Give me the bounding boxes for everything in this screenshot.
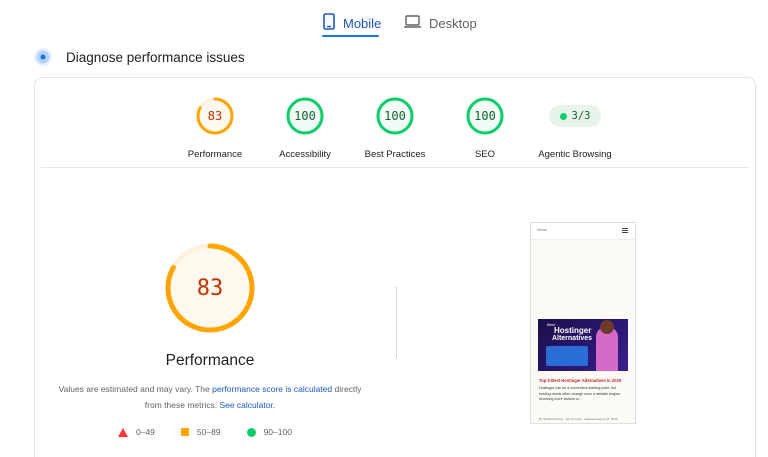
agentic-badge: 3/3 bbox=[549, 105, 601, 127]
gauge-label: Agentic Browsing bbox=[538, 149, 612, 160]
square-icon bbox=[180, 428, 189, 436]
performance-title: Performance bbox=[165, 352, 255, 369]
gauge-performance[interactable]: 83 Performance bbox=[165, 96, 265, 160]
score-note: Values are estimated and may vary. The p… bbox=[55, 381, 365, 413]
legend-fail-range: 0–49 bbox=[136, 427, 155, 437]
legend-pass-range: 90–100 bbox=[263, 427, 292, 437]
banner-line-2: Hostinger bbox=[554, 326, 592, 335]
diagnose-header: Diagnose performance issues bbox=[34, 46, 245, 68]
pass-dot-icon bbox=[559, 112, 567, 120]
calculator-link[interactable]: See calculator. bbox=[219, 400, 275, 410]
hamburger-menu-icon bbox=[622, 228, 628, 233]
preview-article-meta: By Shahid Farooq · 18 min read · updated… bbox=[539, 417, 618, 421]
active-tab-indicator bbox=[322, 35, 379, 37]
preview-header: Merab bbox=[531, 223, 635, 240]
banner-laptop-graphic bbox=[546, 346, 588, 366]
preview-banner-image: Best Hostinger Alternatives bbox=[538, 319, 628, 371]
performance-gauge: 83 bbox=[164, 242, 256, 334]
device-tabs: Mobile Desktop bbox=[0, 0, 768, 40]
legend-average-range: 50–89 bbox=[196, 427, 221, 437]
preview-article-text: Hostinger can be a convenient starting p… bbox=[539, 386, 620, 401]
laptop-icon bbox=[404, 15, 421, 31]
performance-score-link[interactable]: performance score is calculated bbox=[212, 384, 332, 394]
gauge-label: Performance bbox=[187, 149, 243, 160]
triangle-icon bbox=[118, 427, 128, 437]
gauge-accessibility[interactable]: 100 Accessibility bbox=[255, 96, 355, 160]
diagnose-title: Diagnose performance issues bbox=[66, 49, 245, 65]
legend-average: 50–89 bbox=[180, 427, 221, 437]
gauge-label: Accessibility bbox=[279, 149, 331, 160]
gauge-score: 100 bbox=[474, 109, 496, 123]
preview-article-title: Top 5 Best Hostinger Alternatives in 202… bbox=[539, 378, 622, 383]
banner-line-3: Alternatives bbox=[551, 335, 593, 342]
tab-desktop[interactable]: Desktop bbox=[404, 8, 477, 38]
section-divider bbox=[41, 167, 749, 168]
gauge-label: SEO bbox=[474, 149, 496, 160]
tab-mobile-label: Mobile bbox=[343, 15, 382, 31]
gauge-seo[interactable]: 100 SEO bbox=[435, 96, 535, 160]
gauge-ring: 100 bbox=[465, 96, 505, 136]
gauge-ring: 83 bbox=[195, 96, 235, 136]
gauge-score: 83 bbox=[207, 109, 223, 123]
gauge-agentic-browsing[interactable]: 3/3 Agentic Browsing bbox=[525, 96, 625, 160]
page-screenshot-preview[interactable]: Merab Best Hostinger Alternatives Top 5 … bbox=[530, 222, 636, 424]
report-card: 83 Performance 100 Accessibility 100 Bes… bbox=[34, 77, 756, 457]
category-gauges: 83 Performance 100 Accessibility 100 Bes… bbox=[35, 78, 757, 168]
circle-icon bbox=[246, 427, 256, 437]
tab-mobile[interactable]: Mobile bbox=[323, 8, 381, 38]
score-legend: 0–49 50–89 90–100 bbox=[118, 427, 318, 437]
gauge-label: Best Practices bbox=[364, 149, 426, 160]
gauge-ring: 100 bbox=[285, 96, 325, 136]
smartphone-icon bbox=[323, 13, 335, 33]
tab-desktop-label: Desktop bbox=[429, 15, 477, 31]
note-prefix: Values are estimated and may vary. The bbox=[58, 384, 213, 394]
legend-fail: 0–49 bbox=[118, 427, 155, 437]
legend-pass: 90–100 bbox=[246, 427, 292, 437]
gauge-score: 100 bbox=[384, 109, 406, 123]
agentic-score: 3/3 bbox=[571, 110, 591, 122]
gauge-best-practices[interactable]: 100 Best Practices bbox=[345, 96, 445, 160]
vertical-divider bbox=[396, 286, 397, 358]
performance-score: 83 bbox=[196, 275, 224, 301]
banner-person-head bbox=[600, 320, 614, 334]
gauge-score: 100 bbox=[294, 109, 316, 123]
diagnose-icon bbox=[34, 48, 52, 66]
preview-logo: Merab bbox=[537, 228, 547, 232]
gauge-ring: 100 bbox=[375, 96, 415, 136]
